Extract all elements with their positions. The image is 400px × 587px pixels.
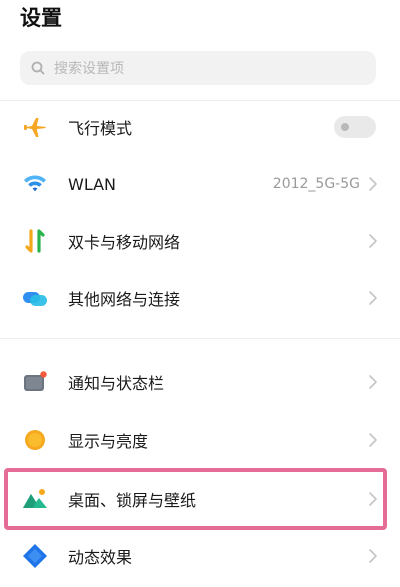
wlan-network-value: 2012_5G-5G (272, 176, 360, 192)
chevron-right-icon (368, 432, 378, 448)
search-placeholder: 搜索设置项 (54, 61, 124, 77)
airplane-icon (22, 114, 48, 140)
mobile-network-label: 双卡与移动网络 (68, 233, 181, 252)
mobile-network-row[interactable]: 双卡与移动网络 (0, 213, 400, 269)
page-title: 设置 (20, 6, 62, 30)
section-divider (0, 338, 400, 339)
wallpaper-label: 桌面、锁屏与壁纸 (68, 491, 197, 510)
wallpaper-icon (22, 486, 48, 512)
other-connections-label: 其他网络与连接 (68, 290, 181, 309)
wlan-row[interactable]: WLAN 2012_5G-5G (0, 156, 400, 212)
toggle-knob (341, 123, 349, 131)
display-brightness-row[interactable]: 显示与亮度 (0, 412, 400, 468)
brightness-icon (22, 427, 48, 453)
airplane-mode-toggle[interactable] (334, 116, 376, 138)
chevron-right-icon (368, 491, 378, 507)
dynamic-effects-label: 动态效果 (68, 548, 133, 567)
chevron-right-icon (368, 176, 378, 192)
wlan-label: WLAN (68, 174, 117, 194)
chevron-right-icon (368, 548, 378, 564)
other-connections-row[interactable]: 其他网络与连接 (0, 270, 400, 326)
notification-icon (22, 369, 48, 395)
notification-row[interactable]: 通知与状态栏 (0, 354, 400, 410)
chevron-right-icon (368, 290, 378, 306)
chevron-right-icon (368, 233, 378, 249)
notification-label: 通知与状态栏 (68, 374, 165, 393)
search-icon (30, 60, 46, 76)
airplane-mode-label: 飞行模式 (68, 119, 133, 138)
other-connection-icon (22, 285, 48, 311)
airplane-mode-row[interactable]: 飞行模式 (0, 99, 400, 155)
chevron-right-icon (368, 374, 378, 390)
wifi-icon (22, 171, 48, 197)
mobile-network-icon (22, 228, 48, 254)
dynamic-effect-icon (22, 543, 48, 569)
search-input[interactable]: 搜索设置项 (20, 51, 376, 85)
display-brightness-label: 显示与亮度 (68, 432, 149, 451)
wallpaper-row[interactable]: 桌面、锁屏与壁纸 (0, 471, 400, 527)
dynamic-effects-row[interactable]: 动态效果 (0, 528, 400, 584)
